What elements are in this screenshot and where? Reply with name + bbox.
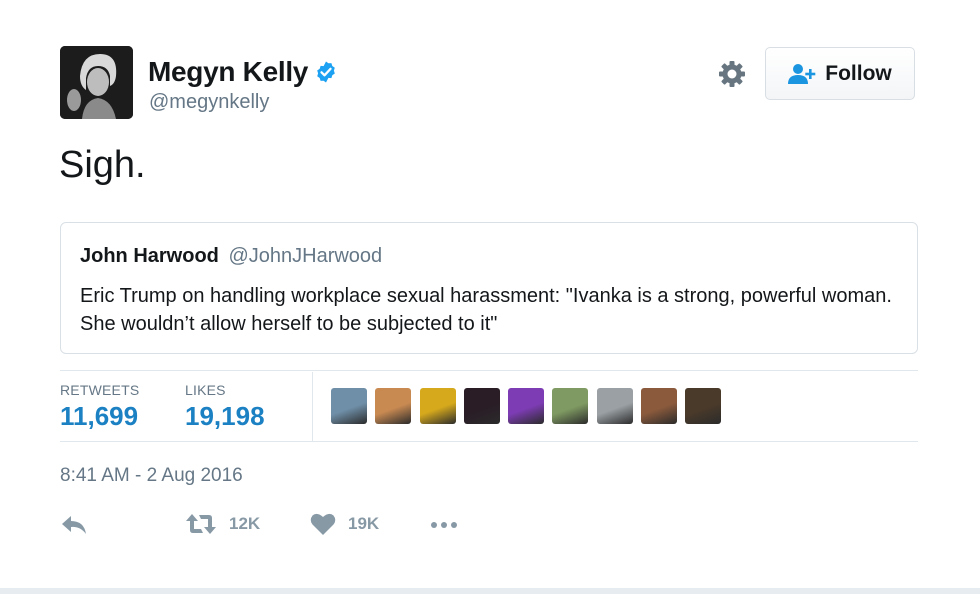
like-button[interactable]: 19K — [310, 512, 379, 536]
retweets-stat[interactable]: RETWEETS 11,699 — [60, 382, 139, 432]
author-avatar[interactable] — [60, 46, 133, 119]
liker-avatar-1[interactable] — [331, 388, 367, 424]
quoted-tweet-text: Eric Trump on handling workplace sexual … — [80, 285, 892, 335]
follow-label: Follow — [825, 61, 892, 85]
quoted-tweet[interactable]: John Harwood @JohnJHarwood Eric Trump on… — [60, 222, 918, 354]
stats-bottom-divider — [60, 441, 918, 442]
page-bottom-strip — [0, 588, 980, 594]
quoted-author-handle: @JohnJHarwood — [228, 245, 383, 267]
quoted-author-name: John Harwood — [80, 245, 219, 267]
liker-avatar-9[interactable] — [685, 388, 722, 424]
stats-top-divider — [60, 370, 918, 371]
gear-icon[interactable] — [716, 58, 748, 90]
add-user-icon — [788, 63, 816, 84]
quoted-tweet-header: John Harwood @JohnJHarwood — [80, 245, 382, 268]
verified-badge-icon — [317, 61, 335, 83]
likes-value: 19,198 — [185, 401, 265, 431]
retweet-icon — [186, 514, 216, 534]
reply-icon — [62, 516, 86, 534]
liker-avatar-2[interactable] — [375, 388, 412, 424]
heart-icon — [310, 513, 336, 535]
more-icon — [431, 522, 457, 528]
tweet-text: Sigh. — [59, 144, 146, 186]
retweet-count: 12K — [229, 514, 261, 533]
more-button[interactable] — [430, 512, 460, 538]
author-display-name[interactable]: Megyn Kelly — [148, 56, 308, 88]
stats-divider — [312, 372, 313, 441]
follow-button[interactable]: Follow — [765, 47, 915, 100]
liker-avatar-5[interactable] — [508, 388, 545, 424]
retweets-value: 11,699 — [60, 401, 139, 431]
author-handle[interactable]: @megynkelly — [149, 91, 269, 114]
tweet-timestamp[interactable]: 8:41 AM - 2 Aug 2016 — [60, 465, 243, 487]
liker-avatars — [331, 388, 730, 424]
liker-avatar-7[interactable] — [596, 388, 633, 424]
likes-label: LIKES — [185, 382, 226, 398]
liker-avatar-8[interactable] — [641, 388, 678, 424]
liker-avatar-6[interactable] — [552, 388, 589, 424]
tweet-card: Megyn Kelly @megynkelly Follow Sigh. Joh… — [0, 0, 980, 588]
retweet-button[interactable]: 12K — [185, 512, 260, 536]
liker-avatar-3[interactable] — [419, 388, 456, 424]
likes-stat[interactable]: LIKES 19,198 — [185, 382, 265, 432]
like-count: 19K — [348, 514, 380, 533]
liker-avatar-4[interactable] — [463, 388, 500, 424]
reply-button[interactable] — [60, 512, 88, 538]
retweets-label: RETWEETS — [60, 382, 140, 398]
author-name-row: Megyn Kelly — [148, 56, 338, 88]
